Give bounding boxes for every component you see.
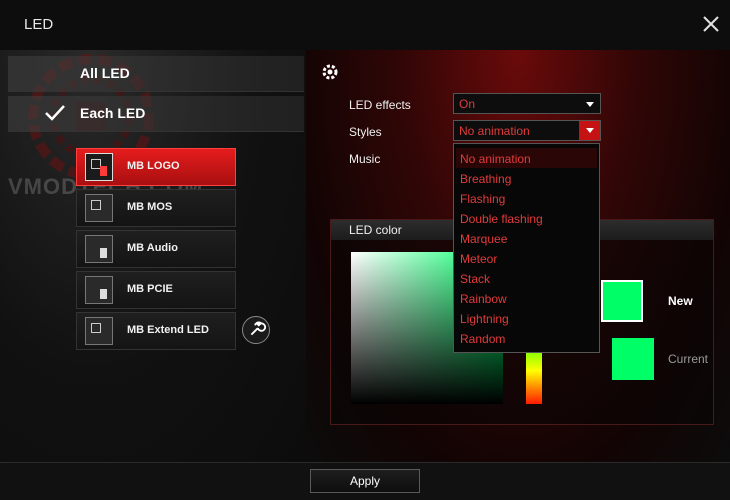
device-mb-extend-led[interactable]: MB Extend LED xyxy=(76,312,236,350)
device-label: MB PCIE xyxy=(127,283,173,295)
led-effects-select[interactable]: On xyxy=(453,93,601,114)
checkmark-icon xyxy=(45,105,65,121)
led-mode-panel: VMODTECH.COM All LED Each LED MB LOGO MB… xyxy=(0,50,306,462)
mb-pcie-icon xyxy=(85,276,113,304)
device-label: MB MOS xyxy=(127,201,173,213)
footer-bar: Apply xyxy=(0,462,730,500)
mode-each-led-label: Each LED xyxy=(80,105,146,121)
styles-select[interactable]: No animation xyxy=(453,120,601,141)
chevron-down-icon xyxy=(586,102,594,107)
apply-button[interactable]: Apply xyxy=(310,469,420,493)
styles-dropdown-list: No animation Breathing Flashing Double f… xyxy=(453,143,600,353)
device-mb-mos[interactable]: MB MOS xyxy=(76,189,236,227)
chevron-down-icon xyxy=(586,128,594,133)
style-option-random[interactable]: Random xyxy=(456,328,597,348)
mb-mos-icon xyxy=(85,194,113,222)
style-option-rainbow[interactable]: Rainbow xyxy=(456,288,597,308)
styles-value: No animation xyxy=(459,124,530,138)
style-option-flashing[interactable]: Flashing xyxy=(456,188,597,208)
styles-dropdown-button[interactable] xyxy=(579,121,600,140)
new-color-swatch xyxy=(601,280,643,322)
new-color-label: New xyxy=(668,294,693,308)
device-mb-pcie[interactable]: MB PCIE xyxy=(76,271,236,309)
led-effects-label: LED effects xyxy=(349,98,411,112)
mb-audio-icon xyxy=(85,235,113,263)
mb-logo-icon xyxy=(85,153,113,181)
wrench-icon[interactable] xyxy=(242,316,270,344)
device-mb-logo[interactable]: MB LOGO xyxy=(76,148,236,186)
window-title: LED xyxy=(24,16,54,33)
device-label: MB LOGO xyxy=(127,160,180,172)
device-label: MB Audio xyxy=(127,242,178,254)
style-option-breathing[interactable]: Breathing xyxy=(456,168,597,188)
current-color-swatch xyxy=(612,338,654,380)
style-option-marquee[interactable]: Marquee xyxy=(456,228,597,248)
led-color-title: LED color xyxy=(349,223,402,237)
styles-label: Styles xyxy=(349,125,382,139)
device-mb-audio[interactable]: MB Audio xyxy=(76,230,236,268)
mode-each-led[interactable]: Each LED xyxy=(8,96,304,132)
style-option-double-flashing[interactable]: Double flashing xyxy=(456,208,597,228)
style-option-meteor[interactable]: Meteor xyxy=(456,248,597,268)
led-effects-value: On xyxy=(459,97,476,111)
style-option-no-animation[interactable]: No animation xyxy=(456,148,597,168)
current-color-label: Current xyxy=(668,352,709,366)
device-label: MB Extend LED xyxy=(127,324,209,336)
mb-extend-led-icon xyxy=(85,317,113,345)
mode-all-led[interactable]: All LED xyxy=(8,56,304,92)
close-icon[interactable] xyxy=(700,13,722,35)
style-option-lightning[interactable]: Lightning xyxy=(456,308,597,328)
gear-icon[interactable] xyxy=(320,62,340,82)
style-option-stack[interactable]: Stack xyxy=(456,268,597,288)
music-label: Music xyxy=(349,152,381,166)
mode-all-led-label: All LED xyxy=(80,65,130,81)
title-bar: LED xyxy=(0,0,730,50)
